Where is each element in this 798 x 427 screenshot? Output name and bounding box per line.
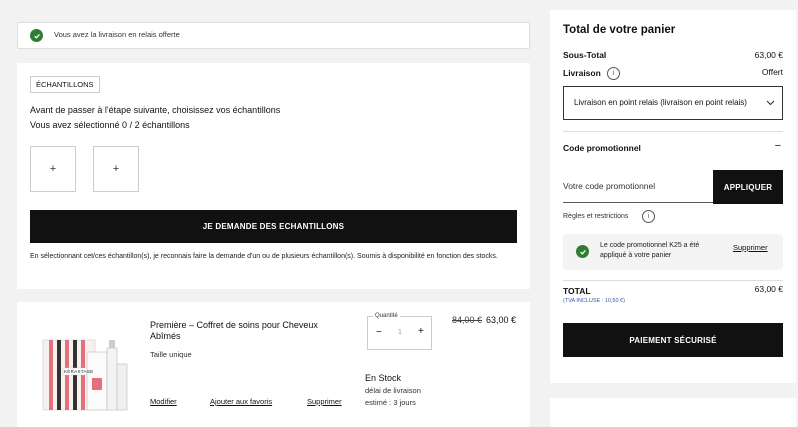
modify-link[interactable]: Modifier bbox=[150, 397, 177, 406]
shipping-value: Offert bbox=[761, 67, 783, 77]
secondary-panel bbox=[550, 398, 796, 427]
secure-payment-button[interactable]: PAIEMENT SÉCURISÉ bbox=[563, 323, 783, 357]
samples-disclaimer: En sélectionnant cet/ces échantillon(s),… bbox=[30, 253, 498, 260]
free-delivery-banner: Vous avez la livraison en relais offerte bbox=[17, 22, 530, 49]
divider bbox=[563, 131, 783, 132]
total-value: 63,00 € bbox=[754, 284, 783, 294]
quantity-stepper: Quantité − 1 + bbox=[367, 313, 432, 350]
promo-applied-notice: Le code promotionnel K25 a été appliqué … bbox=[563, 234, 783, 270]
check-icon bbox=[30, 29, 43, 42]
apply-promo-button[interactable]: APPLIQUER bbox=[713, 170, 783, 204]
old-price: 84,00 € bbox=[452, 315, 483, 325]
promo-placeholder: Votre code promotionnel bbox=[563, 181, 656, 191]
sample-slot-2[interactable]: + bbox=[93, 146, 139, 192]
quantity-increase-button[interactable]: + bbox=[418, 326, 424, 337]
cart-summary: Total de votre panier Sous-Total 63,00 €… bbox=[550, 10, 796, 383]
delivery-estimate: délai de livraison estimé : 3 jours bbox=[365, 386, 421, 407]
info-icon[interactable]: i bbox=[607, 67, 620, 80]
samples-count: Vous avez sélectionné 0 / 2 échantillons bbox=[30, 120, 190, 130]
current-price: 63,00 € bbox=[486, 315, 517, 325]
promo-title[interactable]: Code promotionnel bbox=[563, 143, 641, 153]
product-size: Taille unique bbox=[150, 350, 192, 359]
total-label: TOTAL bbox=[563, 286, 591, 296]
remove-promo-link[interactable]: Supprimer bbox=[733, 243, 768, 252]
subtotal-label: Sous-Total bbox=[563, 50, 607, 60]
quantity-decrease-button[interactable]: − bbox=[376, 327, 382, 338]
quantity-value[interactable]: 1 bbox=[398, 329, 402, 336]
sample-slot-1[interactable]: + bbox=[30, 146, 76, 192]
rules-link[interactable]: Règles et restrictions bbox=[563, 213, 628, 220]
check-icon bbox=[576, 245, 589, 258]
samples-tag: ÉCHANTILLONS bbox=[30, 76, 100, 93]
add-to-favorites-link[interactable]: Ajouter aux favoris bbox=[210, 397, 272, 406]
quantity-label: Quantité bbox=[373, 313, 400, 319]
samples-instruction: Avant de passer à l'étape suivante, choi… bbox=[30, 105, 281, 115]
total-tax: (TVA INCLUSE : 10,50 €) bbox=[563, 298, 625, 304]
samples-panel: ÉCHANTILLONS Avant de passer à l'étape s… bbox=[17, 63, 530, 289]
product-title[interactable]: Première – Coffret de soins pour Cheveux… bbox=[150, 320, 330, 342]
product-brand-text: KÉRASTASE bbox=[64, 369, 94, 374]
delete-link[interactable]: Supprimer bbox=[307, 397, 342, 406]
divider bbox=[563, 280, 783, 281]
promo-collapse-icon[interactable]: − bbox=[775, 140, 781, 152]
promo-applied-text: Le code promotionnel K25 a été appliqué … bbox=[600, 242, 700, 259]
shipping-method-select[interactable]: Livraison en point relais (livraison en … bbox=[563, 86, 783, 120]
rules-info-icon[interactable]: i bbox=[642, 210, 655, 223]
cart-item: KÉRASTASE Première – Coffret de soins po… bbox=[17, 302, 530, 427]
product-image[interactable]: KÉRASTASE bbox=[39, 334, 131, 414]
free-delivery-text: Vous avez la livraison en relais offerte bbox=[54, 30, 180, 39]
shipping-method-value: Livraison en point relais (livraison en … bbox=[574, 98, 747, 107]
promo-code-input[interactable]: Votre code promotionnel bbox=[563, 170, 713, 203]
chevron-down-icon bbox=[766, 100, 775, 106]
subtotal-value: 63,00 € bbox=[754, 50, 783, 60]
request-samples-button[interactable]: JE DEMANDE DES ECHANTILLONS bbox=[30, 210, 517, 243]
shipping-label: Livraison bbox=[563, 68, 601, 78]
stock-status: En Stock bbox=[365, 373, 402, 383]
summary-title: Total de votre panier bbox=[563, 24, 676, 36]
